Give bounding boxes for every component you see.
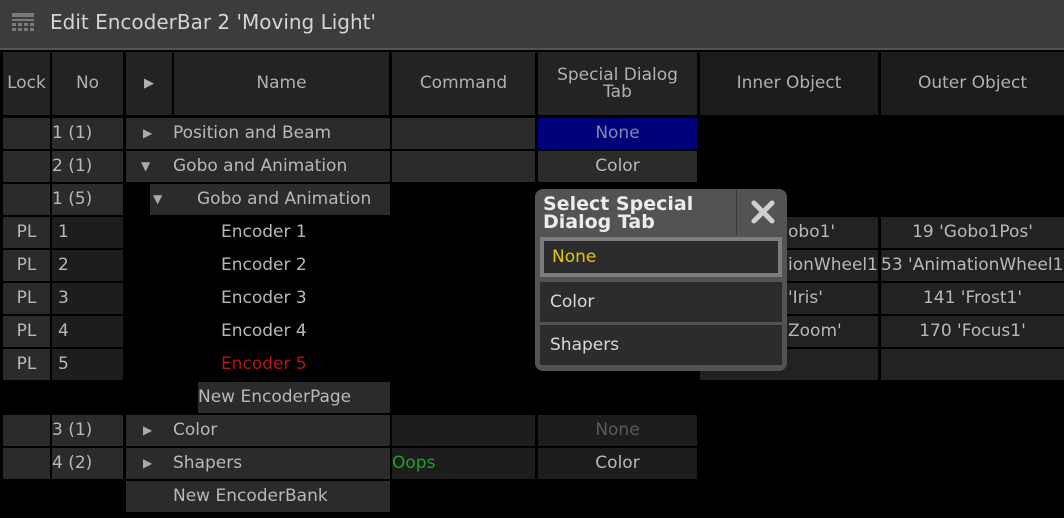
header-special-line1: Special Dialog bbox=[557, 64, 678, 85]
cell-no[interactable]: 1 (5) bbox=[52, 184, 123, 215]
close-icon bbox=[751, 200, 774, 224]
cell-lock[interactable]: PL bbox=[3, 349, 50, 380]
cell-name[interactable]: Encoder 5 bbox=[221, 349, 389, 380]
header-expand-all[interactable]: ▶ bbox=[126, 52, 172, 115]
table-row-name[interactable]: ▶ Shapers bbox=[126, 448, 390, 479]
cell-lock[interactable] bbox=[3, 415, 50, 446]
cell-outer-object[interactable]: 141 'Frost1' bbox=[881, 283, 1064, 314]
cell-name: Shapers bbox=[173, 453, 243, 473]
cell-lock[interactable] bbox=[3, 184, 50, 215]
cell-no[interactable]: 4 bbox=[52, 316, 123, 347]
header-command[interactable]: Command bbox=[392, 52, 535, 115]
header-no[interactable]: No bbox=[52, 52, 123, 115]
table-row-name[interactable]: ▶ Position and Beam bbox=[126, 118, 390, 149]
expand-arrow-icon[interactable]: ▶ bbox=[143, 448, 152, 479]
cell-no[interactable]: 5 bbox=[52, 349, 123, 380]
encoder-bar-icon[interactable] bbox=[12, 12, 34, 34]
new-encoder-bank-button[interactable]: New EncoderBank bbox=[126, 481, 390, 512]
table-row-name[interactable]: ▶ Color bbox=[126, 415, 390, 446]
cell-lock[interactable]: PL bbox=[3, 316, 50, 347]
cell-lock[interactable]: PL bbox=[3, 217, 50, 248]
cell-lock[interactable]: PL bbox=[3, 250, 50, 281]
cell-no[interactable]: 2 bbox=[52, 250, 123, 281]
header-lock[interactable]: Lock bbox=[3, 52, 50, 115]
cell-lock[interactable] bbox=[3, 448, 50, 479]
dialog-option-none[interactable]: None bbox=[540, 237, 782, 277]
collapse-arrow-icon[interactable]: ▼ bbox=[141, 151, 150, 182]
cell-outer-object[interactable]: 170 'Focus1' bbox=[881, 316, 1064, 347]
header-inner-object[interactable]: Inner Object bbox=[700, 52, 878, 115]
window-title: Edit EncoderBar 2 'Moving Light' bbox=[50, 10, 377, 34]
collapse-arrow-icon[interactable]: ▼ bbox=[153, 184, 162, 215]
table-row-name[interactable]: ▼ Gobo and Animation bbox=[126, 151, 390, 182]
cell-command[interactable] bbox=[392, 118, 535, 149]
table-row-name[interactable]: ▼ Gobo and Animation bbox=[150, 184, 390, 215]
cell-lock[interactable] bbox=[3, 118, 50, 149]
cell-outer-object[interactable]: 19 'Gobo1Pos' bbox=[881, 217, 1064, 248]
cell-name: Color bbox=[173, 420, 218, 440]
cell-command[interactable] bbox=[392, 151, 535, 182]
cell-outer-object[interactable] bbox=[881, 349, 1064, 380]
cell-name[interactable]: Encoder 4 bbox=[221, 316, 389, 347]
header-special-dialog-tab[interactable]: Special Dialog Tab bbox=[538, 52, 697, 115]
cell-command[interactable] bbox=[392, 415, 535, 446]
cell-command[interactable]: Oops bbox=[392, 448, 535, 479]
cell-special-dialog-tab[interactable]: Color bbox=[538, 448, 697, 479]
cell-no[interactable]: 3 bbox=[52, 283, 123, 314]
cell-name[interactable]: Encoder 3 bbox=[221, 283, 389, 314]
header-special-line2: Tab bbox=[603, 81, 632, 102]
new-encoder-page-button[interactable]: New EncoderPage bbox=[198, 382, 390, 413]
cell-name[interactable]: Encoder 2 bbox=[221, 250, 389, 281]
cell-name: Gobo and Animation bbox=[197, 189, 372, 209]
cell-special-dialog-tab[interactable]: None bbox=[538, 118, 697, 149]
expand-arrow-icon[interactable]: ▶ bbox=[143, 118, 152, 149]
header-outer-object[interactable]: Outer Object bbox=[881, 52, 1064, 115]
cell-name[interactable]: Encoder 1 bbox=[221, 217, 389, 248]
cell-special-dialog-tab[interactable]: Color bbox=[538, 151, 697, 182]
cell-special-dialog-tab[interactable]: None bbox=[538, 415, 697, 446]
header-name[interactable]: Name bbox=[174, 52, 389, 115]
cell-lock[interactable]: PL bbox=[3, 283, 50, 314]
cell-no[interactable]: 1 bbox=[52, 217, 123, 248]
cell-no[interactable]: 2 (1) bbox=[52, 151, 123, 182]
dialog-option-shapers[interactable]: Shapers bbox=[540, 325, 782, 365]
expand-arrow-icon[interactable]: ▶ bbox=[143, 415, 152, 446]
select-special-dialog-tab-popup: Select Special Dialog Tab None Color Sha… bbox=[535, 189, 787, 371]
dialog-option-color[interactable]: Color bbox=[540, 282, 782, 322]
cell-name: Gobo and Animation bbox=[173, 156, 348, 176]
cell-outer-object[interactable]: 53 'AnimationWheel1P bbox=[881, 250, 1064, 281]
cell-lock[interactable] bbox=[3, 151, 50, 182]
cell-no[interactable]: 4 (2) bbox=[52, 448, 123, 479]
dialog-title: Select Special Dialog Tab bbox=[543, 193, 694, 233]
close-button[interactable] bbox=[736, 189, 787, 235]
cell-no[interactable]: 3 (1) bbox=[52, 415, 123, 446]
title-bar: Edit EncoderBar 2 'Moving Light' bbox=[0, 0, 1064, 50]
cell-no[interactable]: 1 (1) bbox=[52, 118, 123, 149]
cell-name: Position and Beam bbox=[173, 123, 332, 143]
